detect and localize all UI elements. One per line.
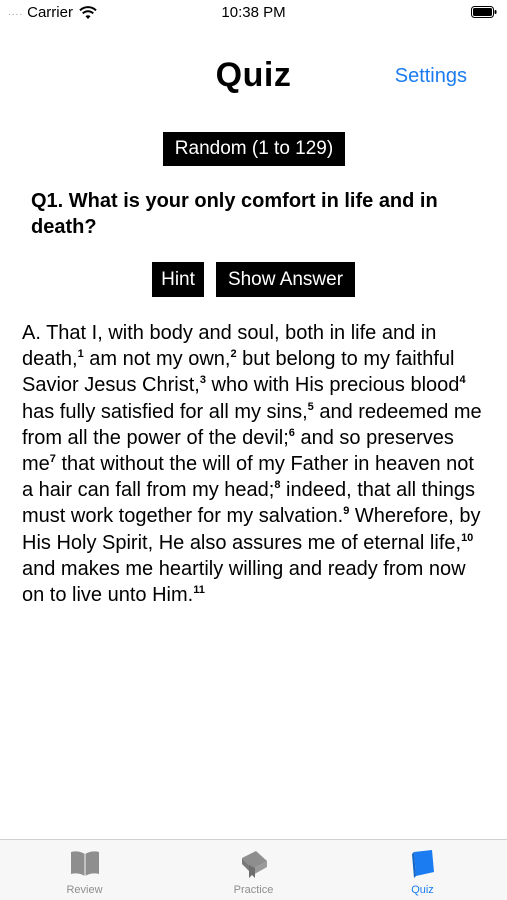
show-answer-button[interactable]: Show Answer xyxy=(216,262,355,297)
answer-text: A. That I, with body and soul, both in l… xyxy=(22,320,488,608)
tab-review[interactable]: Review xyxy=(0,840,169,900)
answer-segment: who with His precious blood xyxy=(205,374,460,397)
tab-quiz-label: Quiz xyxy=(411,884,434,896)
tab-quiz[interactable]: Quiz xyxy=(338,840,507,900)
answer-segment: and makes me heartily willing and ready … xyxy=(22,557,466,607)
tab-practice[interactable]: Practice xyxy=(169,840,338,900)
tab-review-label: Review xyxy=(66,884,103,896)
random-question-button[interactable]: Random (1 to 129) xyxy=(163,132,345,166)
answer-segment: has fully satisfied for all my sins, xyxy=(22,400,308,423)
status-bar: .... Carrier 10:38 PM xyxy=(0,0,507,28)
footnote-ref: 4 xyxy=(459,374,466,387)
battery-icon xyxy=(471,6,497,18)
hint-button[interactable]: Hint xyxy=(152,262,204,297)
quiz-book-icon xyxy=(411,850,434,878)
question-text: Q1. What is your only comfort in life an… xyxy=(31,190,438,238)
footnote-ref: 11 xyxy=(193,584,205,597)
bookmark-book-icon xyxy=(241,851,267,878)
settings-button[interactable]: Settings xyxy=(395,65,467,88)
tab-practice-label: Practice xyxy=(233,884,274,896)
book-icon xyxy=(70,851,99,876)
status-time: 10:38 PM xyxy=(221,4,286,21)
footnote-ref: 10 xyxy=(461,531,474,544)
tab-bar: Review Practice Quiz xyxy=(0,839,507,900)
answer-segment: am not my own, xyxy=(83,348,231,371)
